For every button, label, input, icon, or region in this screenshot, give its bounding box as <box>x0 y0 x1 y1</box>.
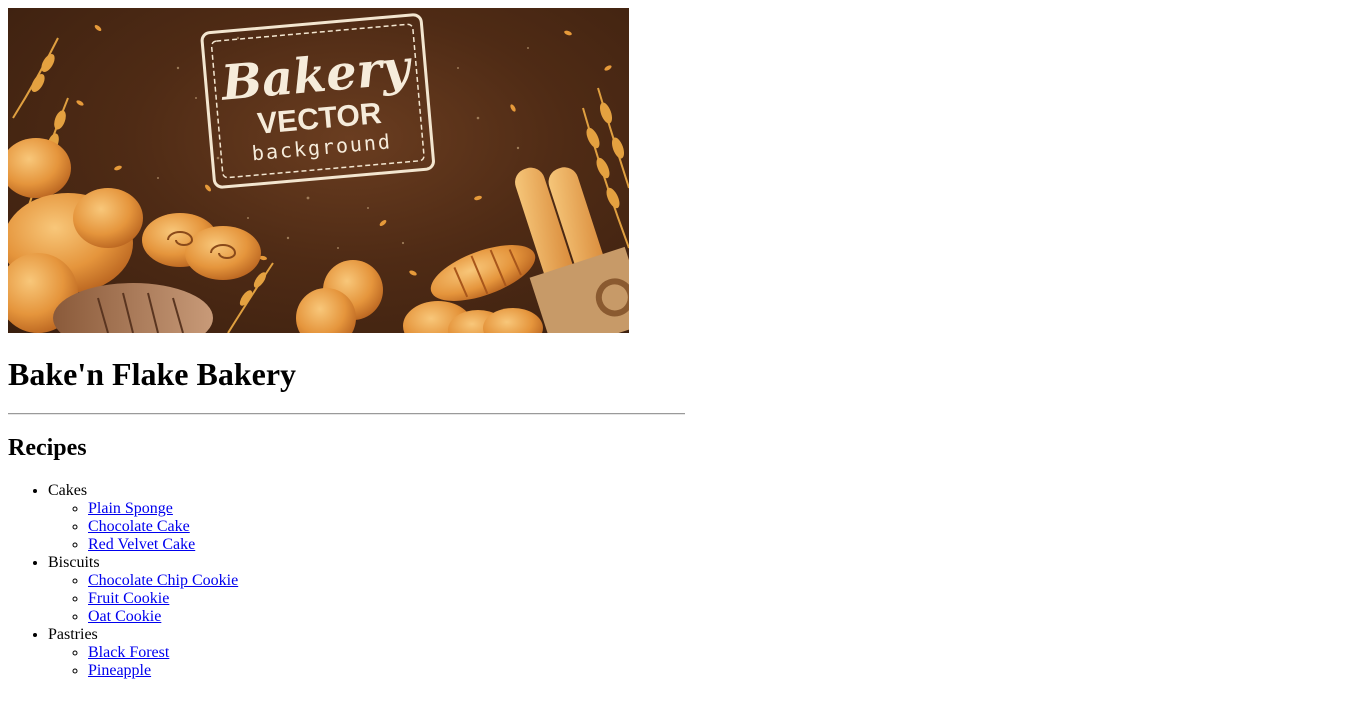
recipe-link-black-forest[interactable]: Black Forest <box>88 644 169 661</box>
page-title: Bake'n Flake Bakery <box>8 356 297 392</box>
category-item-biscuits: Biscuits Chocolate Chip Cookie Fruit Coo… <box>48 554 1358 626</box>
list-item: Fruit Cookie <box>88 590 1358 608</box>
recipe-link-pineapple[interactable]: Pineapple <box>88 662 151 679</box>
recipe-link-chocolate-cake[interactable]: Chocolate Cake <box>88 518 190 535</box>
recipe-link-plain-sponge[interactable]: Plain Sponge <box>88 500 173 517</box>
list-item: Chocolate Chip Cookie <box>88 572 1358 590</box>
recipe-link-fruit-cookie[interactable]: Fruit Cookie <box>88 590 169 607</box>
recipe-link-red-velvet-cake[interactable]: Red Velvet Cake <box>88 536 195 553</box>
list-item: Black Forest <box>88 644 1358 662</box>
list-item: Oat Cookie <box>88 608 1358 626</box>
recipe-category-list: Cakes Plain Sponge Chocolate Cake Red Ve… <box>8 482 1358 680</box>
list-item: Chocolate Cake <box>88 518 1358 536</box>
recipe-list-cakes: Plain Sponge Chocolate Cake Red Velvet C… <box>48 500 1358 554</box>
recipe-link-oat-cookie[interactable]: Oat Cookie <box>88 608 161 625</box>
category-item-cakes: Cakes Plain Sponge Chocolate Cake Red Ve… <box>48 482 1358 554</box>
list-item: Red Velvet Cake <box>88 536 1358 554</box>
logo-word-bakery: Bakery <box>217 39 415 112</box>
category-label: Biscuits <box>48 554 100 571</box>
page: Bakery VECTOR background Bake'n Flake Ba… <box>0 0 1366 688</box>
recipes-heading: Recipes <box>8 435 87 461</box>
recipe-list-biscuits: Chocolate Chip Cookie Fruit Cookie Oat C… <box>48 572 1358 626</box>
category-label: Cakes <box>48 482 88 499</box>
category-item-pastries: Pastries Black Forest Pineapple <box>48 626 1358 680</box>
bakery-banner-image: Bakery VECTOR background <box>8 8 629 333</box>
category-label: Pastries <box>48 626 98 643</box>
list-item: Pineapple <box>88 662 1358 680</box>
list-item: Plain Sponge <box>88 500 1358 518</box>
recipe-list-pastries: Black Forest Pineapple <box>48 644 1358 680</box>
recipe-link-chocolate-chip-cookie[interactable]: Chocolate Chip Cookie <box>88 572 238 589</box>
divider <box>8 413 685 415</box>
